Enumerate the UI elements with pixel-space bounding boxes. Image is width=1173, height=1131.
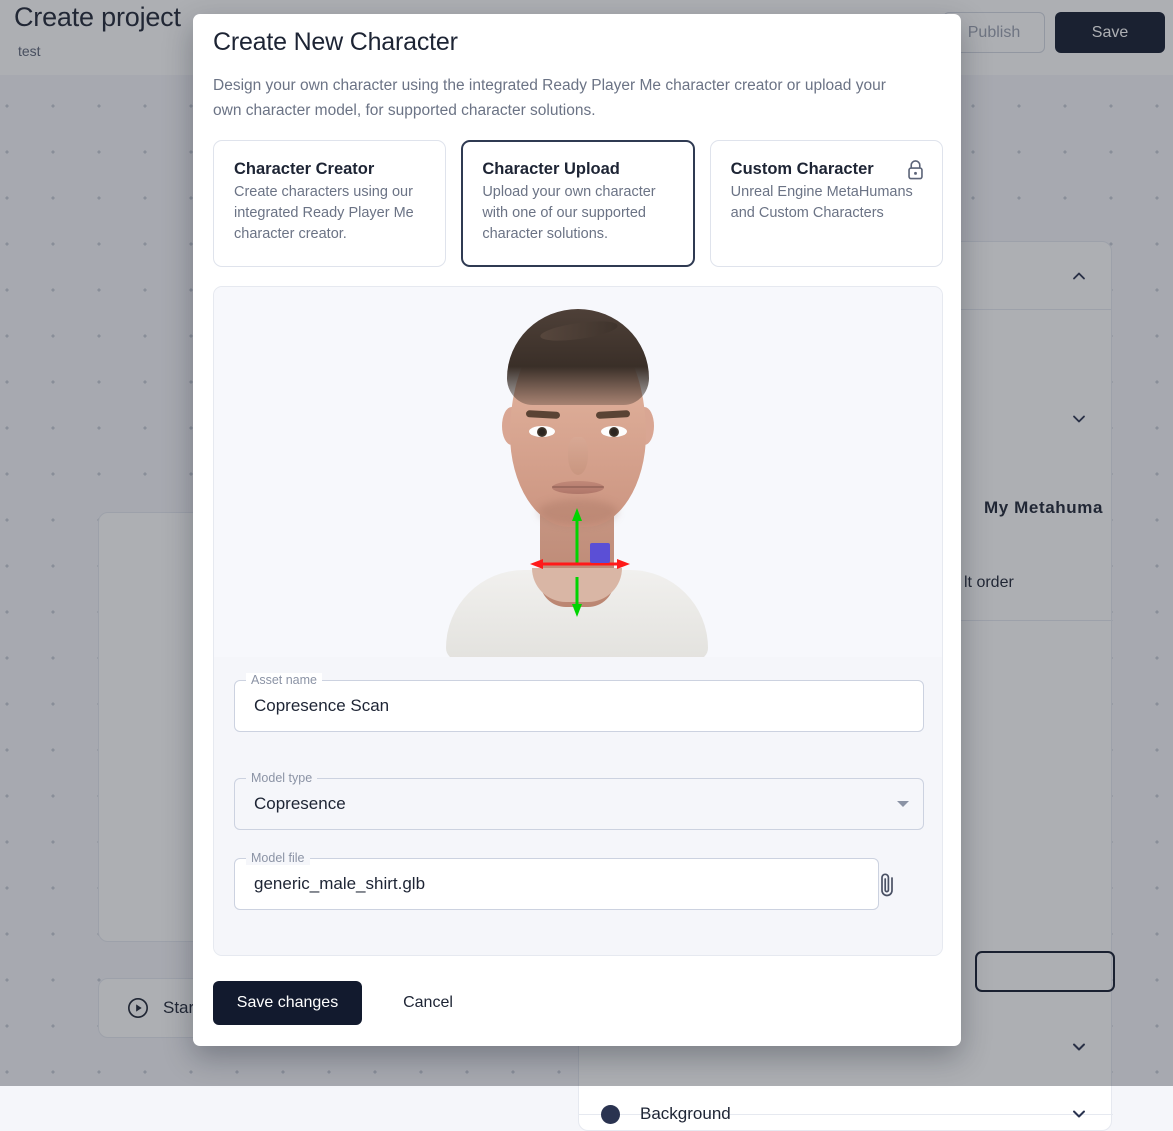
option-card-title: Character Upload (482, 160, 675, 179)
asset-name-label: Asset name (246, 673, 322, 687)
model-file-label: Model file (246, 851, 310, 865)
model-file-field[interactable]: Model file generic_male_shirt.glb (234, 858, 899, 910)
attachment-paperclip-icon[interactable] (875, 871, 899, 899)
option-card-description: Upload your own character with one of ou… (482, 182, 675, 245)
chevron-down-icon-model-type[interactable] (897, 801, 909, 807)
save-changes-label: Save changes (237, 994, 338, 1012)
option-card-custom-character[interactable]: Custom Character Unreal Engine MetaHuman… (710, 140, 943, 267)
chevron-down-icon-section-2[interactable] (1069, 1104, 1089, 1124)
transform-gizmo[interactable] (214, 287, 942, 657)
background-layer-label: Background (640, 1104, 731, 1124)
asset-name-value: Copresence Scan (235, 696, 389, 716)
asset-name-field[interactable]: Asset name Copresence Scan (234, 680, 924, 732)
model-type-select[interactable]: Model type Copresence (234, 778, 924, 830)
dialog-description: Design your own character using the inte… (213, 73, 913, 123)
model-file-value: generic_male_shirt.glb (235, 874, 425, 894)
option-card-character-upload[interactable]: Character Upload Upload your own charact… (461, 140, 694, 267)
option-card-title: Character Creator (234, 160, 427, 179)
character-option-cards: Character Creator Create characters usin… (213, 140, 943, 267)
option-card-title: Custom Character (731, 160, 924, 179)
model-type-value: Copresence (235, 794, 346, 814)
model-type-label: Model type (246, 771, 317, 785)
lock-icon (906, 159, 925, 181)
dialog-title: Create New Character (213, 28, 458, 57)
cancel-button[interactable]: Cancel (382, 981, 474, 1025)
option-card-character-creator[interactable]: Character Creator Create characters usin… (213, 140, 446, 267)
option-card-description: Create characters using our integrated R… (234, 182, 427, 245)
character-editor-panel: Asset name Copresence Scan Model type Co… (213, 286, 943, 956)
background-layer-icon (601, 1105, 620, 1124)
character-3d-preview[interactable] (214, 287, 942, 657)
create-new-character-dialog: Create New Character Design your own cha… (193, 14, 961, 1046)
save-changes-button[interactable]: Save changes (213, 981, 362, 1025)
option-card-description: Unreal Engine MetaHumans and Custom Char… (731, 182, 924, 224)
character-form: Asset name Copresence Scan Model type Co… (214, 657, 942, 955)
cancel-label: Cancel (403, 994, 453, 1012)
